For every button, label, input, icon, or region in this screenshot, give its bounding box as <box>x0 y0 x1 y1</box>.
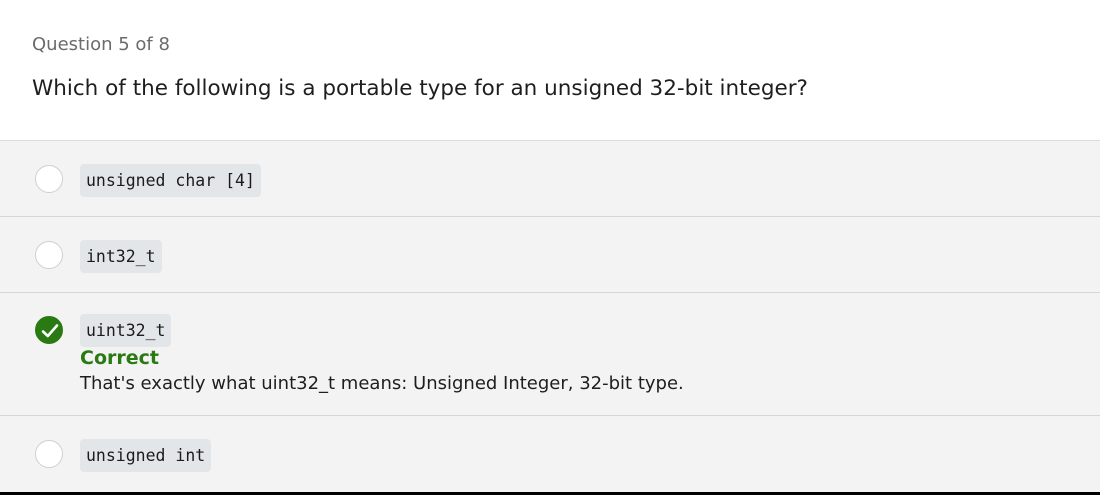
radio-button[interactable] <box>35 165 63 193</box>
question-text: Which of the following is a portable typ… <box>32 76 808 101</box>
radio-button[interactable] <box>35 241 63 269</box>
option-code-label: int32_t <box>80 240 162 273</box>
option-code-label: unsigned char [4] <box>80 164 261 197</box>
quiz-page: Question 5 of 8 Which of the following i… <box>0 0 1100 495</box>
question-header: Question 5 of 8 Which of the following i… <box>0 0 1100 141</box>
checkmark-icon <box>41 324 59 338</box>
radio-button[interactable] <box>35 440 63 468</box>
answer-option-1[interactable]: unsigned char [4] <box>0 141 1100 217</box>
feedback-text: That's exactly what uint32_t means: Unsi… <box>80 373 684 394</box>
option-code-label: uint32_t <box>80 314 172 347</box>
answer-option-3[interactable]: uint32_t <box>0 293 1100 416</box>
answer-option-4[interactable]: unsigned int <box>0 416 1100 492</box>
answer-option-2[interactable]: int32_t <box>0 217 1100 293</box>
option-code-label: unsigned int <box>80 439 212 472</box>
feedback-title: Correct <box>80 347 159 369</box>
radio-button-checked[interactable] <box>35 316 63 344</box>
question-counter: Question 5 of 8 <box>32 34 170 55</box>
answer-options: unsigned char [4] int32_t uint32_t unsig… <box>0 141 1100 492</box>
